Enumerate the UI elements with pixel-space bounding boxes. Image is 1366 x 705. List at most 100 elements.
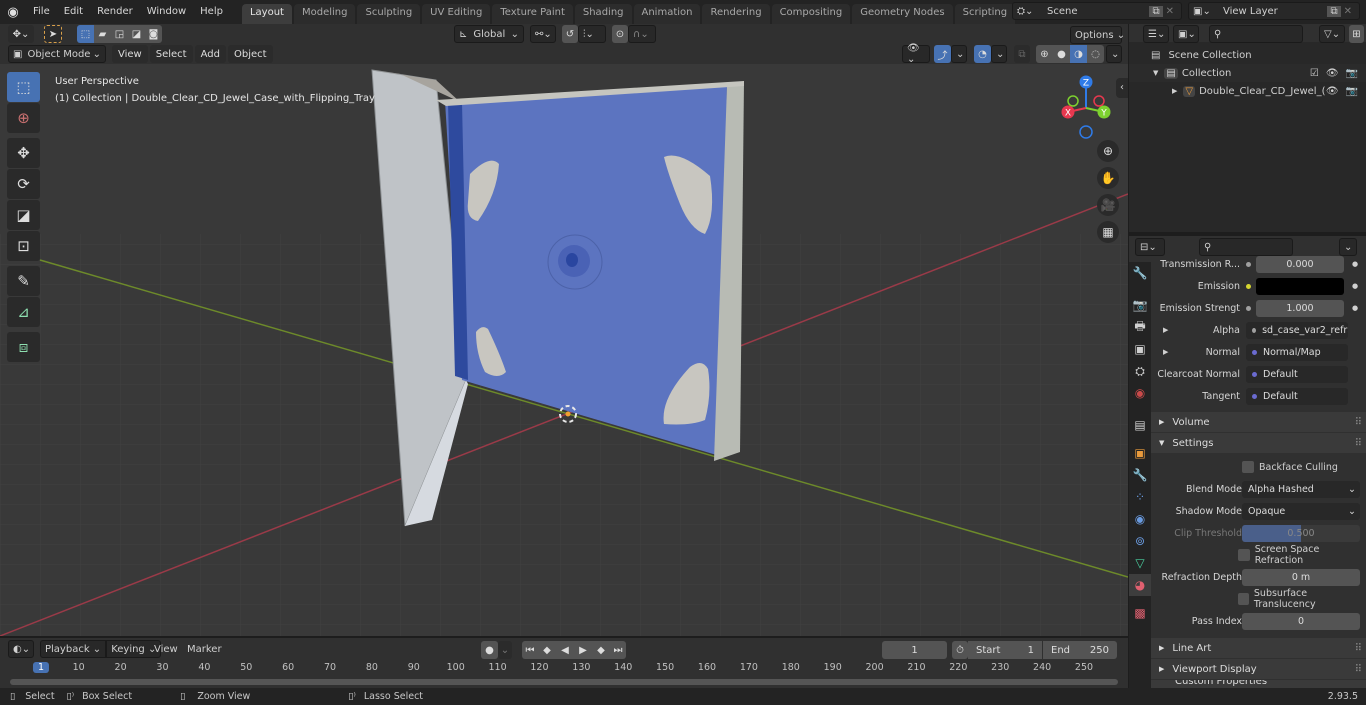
outliner-row-collection[interactable]: ▼ ▤ Collection ☑ 👁 📷 <box>1129 64 1366 82</box>
tab-sculpting[interactable]: Sculpting <box>357 4 421 24</box>
particles-tab-icon[interactable]: ⁘ <box>1129 486 1151 508</box>
mode-dropdown[interactable]: ▣ Object Mode ⌄ <box>8 45 106 63</box>
transform-orientation-dropdown[interactable]: ⊾ Global ⌄ <box>454 25 524 43</box>
tab-scripting[interactable]: Scripting <box>954 4 1016 24</box>
refraction-depth-field[interactable]: 0 m <box>1242 568 1360 586</box>
mode-intersect-icon[interactable]: ◙ <box>145 25 162 43</box>
timeline-scrollbar[interactable] <box>10 679 1118 685</box>
visibility-eye-icon[interactable]: 👁 <box>1326 86 1339 97</box>
scale-tool-icon[interactable]: ◪ <box>7 200 40 230</box>
next-keyframe-icon[interactable]: ◆ <box>592 641 610 659</box>
preview-range-toggle[interactable]: ⏱ <box>952 641 968 659</box>
tab-animation[interactable]: Animation <box>633 4 701 24</box>
rotate-tool-icon[interactable]: ⟳ <box>7 169 40 199</box>
render-tab-icon[interactable]: 📷 <box>1129 294 1151 316</box>
annotate-tool-icon[interactable]: ✎ <box>7 266 40 296</box>
current-frame-marker[interactable]: 1 <box>32 662 50 673</box>
exclude-checkbox[interactable]: ☑ <box>1310 68 1319 79</box>
play-reverse-icon[interactable]: ◀ <box>556 641 574 659</box>
tab-uv-editing[interactable]: UV Editing <box>422 4 491 24</box>
snap-toggle[interactable]: ↺ <box>562 25 578 43</box>
data-tab-icon[interactable]: ▽ <box>1129 552 1151 574</box>
xray-toggle[interactable]: ⧉ <box>1014 45 1030 63</box>
scene-tab-icon[interactable]: ⛭ <box>1129 360 1151 382</box>
pan-view-icon[interactable]: ✋ <box>1097 167 1119 189</box>
overlays-dropdown[interactable]: ⌄ <box>991 45 1007 63</box>
view-layer-selector[interactable]: ▣⌄ View Layer ⧉ ✕ <box>1188 2 1360 20</box>
ortho-toggle-icon[interactable]: ▦ <box>1097 221 1119 243</box>
mode-difference-icon[interactable]: ◪ <box>128 25 145 43</box>
tool-tab-icon[interactable]: 🔧 <box>1129 262 1151 284</box>
mode-extend-icon[interactable]: ▰ <box>94 25 111 43</box>
playback-menu[interactable]: Playback ⌄ <box>40 640 107 658</box>
gizmo-neg-z[interactable] <box>1079 125 1093 139</box>
remove-scene-icon[interactable]: ✕ <box>1163 6 1177 17</box>
normal-link-field[interactable]: Normal/Map <box>1246 343 1348 361</box>
menu-window[interactable]: Window <box>140 0 193 24</box>
wireframe-shading-icon[interactable]: ⊕ <box>1036 45 1053 63</box>
transmission-roughness-field[interactable]: 0.000 <box>1256 255 1344 273</box>
shadow-mode-dropdown[interactable]: Opaque ⌄ <box>1242 502 1360 520</box>
visibility-dropdown[interactable]: 👁⌄ <box>902 43 930 65</box>
play-icon[interactable]: ▶ <box>574 641 592 659</box>
menu-view[interactable]: View <box>112 45 148 63</box>
solid-shading-icon[interactable]: ● <box>1053 45 1070 63</box>
clearcoat-normal-field[interactable]: Default <box>1246 365 1348 383</box>
outliner-row-scene-collection[interactable]: ▤ Scene Collection <box>1129 46 1366 64</box>
constraints-tab-icon[interactable]: ⊚ <box>1129 530 1151 552</box>
end-frame-field[interactable]: End 250 <box>1043 641 1117 659</box>
keyframe-dot-icon[interactable]: ● <box>1352 260 1358 268</box>
timeline-view-menu[interactable]: View <box>154 644 178 655</box>
start-frame-field[interactable]: Start 1 <box>968 641 1042 659</box>
auto-keying-dropdown[interactable]: ⌄ <box>498 641 512 659</box>
duplicate-scene-icon[interactable]: ⧉ <box>1149 5 1163 17</box>
visibility-eye-icon[interactable]: 👁 <box>1326 68 1339 79</box>
tab-compositing[interactable]: Compositing <box>771 4 851 24</box>
menu-select[interactable]: Select <box>149 45 193 63</box>
menu-edit[interactable]: Edit <box>57 0 90 24</box>
outliner-display-mode[interactable]: ☰⌄ <box>1143 25 1169 43</box>
volume-panel-header[interactable]: ▶ Volume ⠿ <box>1151 412 1366 432</box>
clip-threshold-slider[interactable]: 0.500 <box>1242 524 1360 542</box>
line-art-panel-header[interactable]: ▶ Line Art ⠿ <box>1151 638 1366 658</box>
gizmo-toggle[interactable]: ⤴ <box>934 45 951 63</box>
tab-geometry-nodes[interactable]: Geometry Nodes <box>852 4 953 24</box>
zoom-view-icon[interactable]: ⊕ <box>1097 140 1119 162</box>
custom-properties-panel-header[interactable]: Custom Properties <box>1151 680 1366 688</box>
emission-color-swatch[interactable] <box>1256 277 1344 295</box>
expand-arrow-icon[interactable]: ▼ <box>1153 69 1158 77</box>
socket-grey-icon[interactable] <box>1246 261 1251 267</box>
texture-tab-icon[interactable]: ▩ <box>1129 602 1151 624</box>
outliner-filter-dropdown[interactable]: ▽⌄ <box>1319 25 1345 43</box>
drag-handle-icon[interactable]: ⠿ <box>1355 643 1362 654</box>
collection-tab-icon[interactable]: ▤ <box>1129 414 1151 436</box>
world-tab-icon[interactable]: ◉ <box>1129 382 1151 404</box>
timeline-editor-type[interactable]: ◐⌄ <box>8 640 34 658</box>
expand-arrow-icon[interactable]: ▶ <box>1172 87 1177 95</box>
new-collection-button[interactable]: ⊞ <box>1349 25 1364 43</box>
physics-tab-icon[interactable]: ◉ <box>1129 508 1151 530</box>
tangent-field[interactable]: Default <box>1246 387 1348 405</box>
3d-viewport[interactable]: ✥⌄ ➤ ⬚ ▰ ◲ ◪ ◙ ⊾ Global ⌄ ⚯⌄ ↺ ⫶⌄ ⊙ ∩⌄ ▣ Ob… <box>0 24 1128 636</box>
object-tab-icon[interactable]: ▣ <box>1129 442 1151 464</box>
auto-keying-toggle[interactable]: ● <box>481 641 498 659</box>
add-cube-tool-icon[interactable]: ⧈ <box>7 332 40 362</box>
timeline-marker-menu[interactable]: Marker <box>187 644 222 655</box>
overlays-toggle[interactable]: ◔ <box>974 45 991 63</box>
menu-render[interactable]: Render <box>90 0 140 24</box>
sidebar-toggle-icon[interactable]: ‹ <box>1116 78 1128 98</box>
select-box-tool-icon[interactable]: ⬚ <box>7 72 40 102</box>
outliner-filter-view[interactable]: ▣⌄ <box>1173 25 1199 43</box>
outliner-search-input[interactable]: ⚲ <box>1209 25 1303 43</box>
shading-dropdown[interactable]: ⌄ <box>1106 45 1122 63</box>
emission-strength-field[interactable]: 1.000 <box>1256 299 1344 317</box>
jump-end-icon[interactable]: ⏭ <box>610 641 626 659</box>
gizmo-neg-y[interactable] <box>1067 95 1079 107</box>
menu-file[interactable]: File <box>26 0 57 24</box>
drag-handle-icon[interactable]: ⠿ <box>1355 417 1362 428</box>
camera-view-icon[interactable]: 🎥 <box>1097 194 1119 216</box>
render-camera-icon[interactable]: 📷 <box>1346 68 1358 79</box>
keyframe-dot-icon[interactable]: ● <box>1352 282 1358 290</box>
expand-arrow-icon[interactable]: ▶ <box>1163 326 1168 334</box>
options-dropdown[interactable]: Options ⌄ <box>1070 26 1125 44</box>
